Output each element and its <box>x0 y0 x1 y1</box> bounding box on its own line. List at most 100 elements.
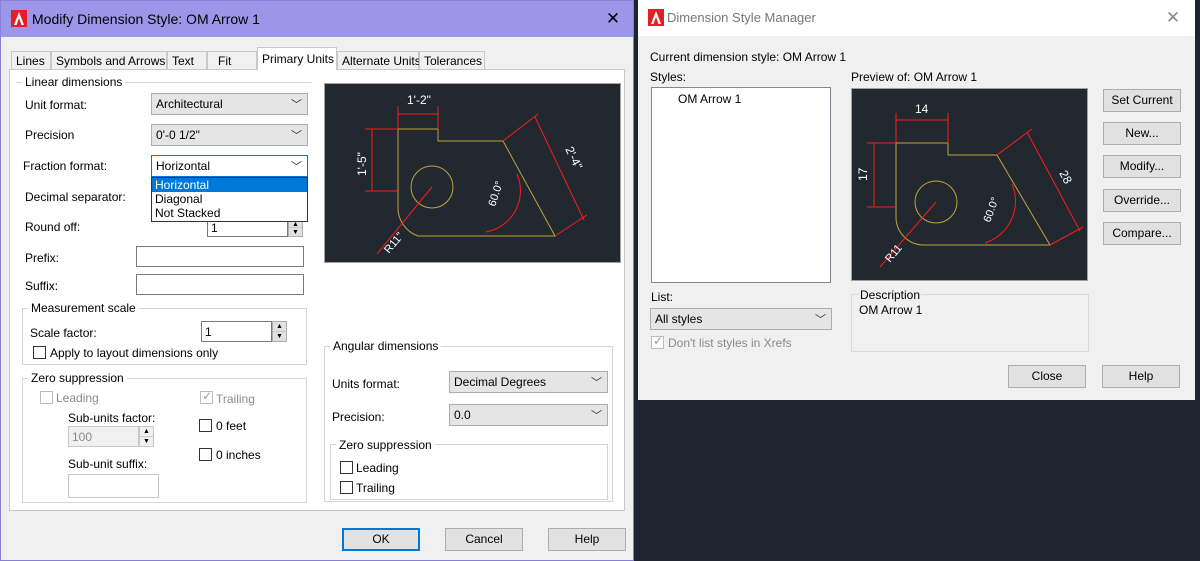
tab-symbols-and-arrows[interactable]: Symbols and Arrows <box>51 51 167 69</box>
manager-dim-angle: 60.0° <box>982 196 1002 224</box>
list-select[interactable]: All styles ﹀ <box>650 308 832 330</box>
angular-units-select[interactable]: Decimal Degrees ﹀ <box>449 371 608 393</box>
leading-checkbox[interactable] <box>40 391 53 404</box>
override-button[interactable]: Override... <box>1103 189 1181 212</box>
angular-zero-suppression-label: Zero suppression <box>336 438 435 452</box>
preview-dim-angle: 60.0° <box>486 180 505 208</box>
chevron-down-icon: ﹀ <box>591 410 602 422</box>
angular-precision-select[interactable]: 0.0 ﹀ <box>449 404 608 426</box>
preview-of-label: Preview of: OM Arrow 1 <box>851 70 978 84</box>
preview-dim-radius: R11" <box>382 230 406 256</box>
manager-help-button[interactable]: Help <box>1102 365 1180 388</box>
spin-up-icon[interactable]: ▲ <box>140 427 153 437</box>
angular-leading-checkbox[interactable] <box>340 461 353 474</box>
chevron-down-icon: ﹀ <box>815 314 826 326</box>
style-item[interactable]: OM Arrow 1 <box>678 92 741 106</box>
dimension-style-manager-dialog: Dimension Style Manager ✕ Current dimens… <box>638 0 1195 400</box>
styles-list[interactable]: OM Arrow 1 <box>651 87 831 283</box>
zero-inches-checkbox[interactable] <box>199 448 212 461</box>
chevron-down-icon: ﹀ <box>291 161 302 173</box>
angular-leading-label: Leading <box>356 461 399 475</box>
scale-factor-spinner[interactable]: ▲ ▼ <box>272 321 287 342</box>
apply-to-layout-label: Apply to layout dimensions only <box>50 346 219 360</box>
checkmark-icon: ✓ <box>202 389 213 403</box>
fraction-format-select[interactable]: Horizontal ﹀ <box>151 155 308 177</box>
help-button[interactable]: Help <box>548 528 626 551</box>
manager-close-button[interactable]: Close <box>1008 365 1086 388</box>
spin-down-icon[interactable]: ▼ <box>140 437 153 447</box>
xrefs-checkbox[interactable]: ✓ <box>651 334 664 349</box>
tab-text[interactable]: Text <box>167 51 207 69</box>
ok-button[interactable]: OK <box>342 528 420 551</box>
chevron-down-icon: ﹀ <box>291 130 302 142</box>
manager-dim-radius: R11 <box>883 242 905 265</box>
zero-suppression-label: Zero suppression <box>28 371 127 385</box>
zero-feet-label: 0 feet <box>216 419 247 433</box>
fraction-option-horizontal[interactable]: Horizontal <box>152 178 307 192</box>
suffix-label: Suffix: <box>25 279 59 293</box>
scale-factor-label: Scale factor: <box>30 326 97 340</box>
prefix-label: Prefix: <box>25 251 60 265</box>
manager-titlebar[interactable]: Dimension Style Manager ✕ <box>638 0 1195 36</box>
scale-factor-input[interactable]: 1 <box>201 321 272 342</box>
fraction-option-not-stacked[interactable]: Not Stacked <box>152 206 307 220</box>
prefix-input[interactable] <box>136 246 304 267</box>
spin-down-icon[interactable]: ▼ <box>273 332 286 342</box>
fraction-option-diagonal[interactable]: Diagonal <box>152 192 307 206</box>
tab-tolerances[interactable]: Tolerances <box>419 51 485 69</box>
manager-dim-left: 17 <box>856 167 870 181</box>
preview-dim-diag: 2'-4" <box>562 144 585 172</box>
manager-dim-diag: 28 <box>1056 168 1075 187</box>
sub-units-factor-label: Sub-units factor: <box>68 411 156 425</box>
compare-button[interactable]: Compare... <box>1103 222 1181 245</box>
sub-unit-suffix-input[interactable] <box>68 474 159 498</box>
apply-to-layout-checkbox[interactable] <box>33 346 46 359</box>
cancel-button[interactable]: Cancel <box>445 528 523 551</box>
trailing-checkbox[interactable]: ✓ <box>200 389 213 404</box>
dimension-preview: 1'-2" 1'-5" 2'-4" 60.0° R11" <box>324 83 621 263</box>
checkmark-icon: ✓ <box>653 334 664 348</box>
chevron-down-icon: ﹀ <box>291 99 302 111</box>
new-button[interactable]: New... <box>1103 122 1181 145</box>
spin-down-icon[interactable]: ▼ <box>289 228 302 236</box>
tab-fit[interactable]: Fit <box>207 51 257 69</box>
list-label: List: <box>651 290 674 304</box>
angular-trailing-checkbox[interactable] <box>340 481 353 494</box>
unit-format-label: Unit format: <box>25 98 88 112</box>
set-current-button[interactable]: Set Current <box>1103 89 1181 112</box>
angular-trailing-label: Trailing <box>356 481 395 495</box>
preview-outline <box>397 128 556 237</box>
chevron-down-icon: ﹀ <box>591 377 602 389</box>
decimal-separator-label: Decimal separator: <box>25 190 126 204</box>
suffix-input[interactable] <box>136 274 304 295</box>
preview-dim-left: 1'-5" <box>355 152 369 176</box>
sub-unit-suffix-label: Sub-unit suffix: <box>68 457 148 471</box>
modify-dimension-style-dialog: Modify Dimension Style: OM Arrow 1 ✕ Lin… <box>0 0 634 561</box>
precision-select[interactable]: 0'-0 1/2" ﹀ <box>151 124 308 146</box>
styles-label: Styles: <box>650 70 687 84</box>
tab-primary-units[interactable]: Primary Units <box>257 47 337 70</box>
tab-alternate-units[interactable]: Alternate Units <box>337 51 421 69</box>
measurement-scale-label: Measurement scale <box>28 301 139 315</box>
spin-up-icon[interactable]: ▲ <box>273 322 286 332</box>
xrefs-label: Don't list styles in Xrefs <box>668 336 792 350</box>
manager-preview: 14 17 28 60.0° R11 <box>851 88 1088 281</box>
preview-dim-top: 1'-2" <box>407 93 431 107</box>
close-icon[interactable]: ✕ <box>1163 8 1183 28</box>
manager-preview-outline <box>895 142 1051 246</box>
zero-inches-label: 0 inches <box>216 448 261 462</box>
zero-feet-checkbox[interactable] <box>199 419 212 432</box>
linear-dimensions-label: Linear dimensions <box>22 75 126 89</box>
manager-dim-top: 14 <box>915 102 929 116</box>
modify-titlebar[interactable]: Modify Dimension Style: OM Arrow 1 ✕ <box>1 1 633 37</box>
precision-label: Precision <box>25 128 75 142</box>
close-icon[interactable]: ✕ <box>603 9 623 29</box>
angular-units-label: Units format: <box>332 377 401 391</box>
sub-units-factor-spinner[interactable]: ▲ ▼ <box>139 426 154 447</box>
sub-units-factor-input[interactable]: 100 <box>68 426 139 447</box>
fraction-format-label: Fraction format: <box>23 159 108 173</box>
unit-format-select[interactable]: Architectural ﹀ <box>151 93 308 115</box>
angular-dimensions-label: Angular dimensions <box>330 339 442 353</box>
modify-button[interactable]: Modify... <box>1103 155 1181 178</box>
tab-lines[interactable]: Lines <box>11 51 51 69</box>
